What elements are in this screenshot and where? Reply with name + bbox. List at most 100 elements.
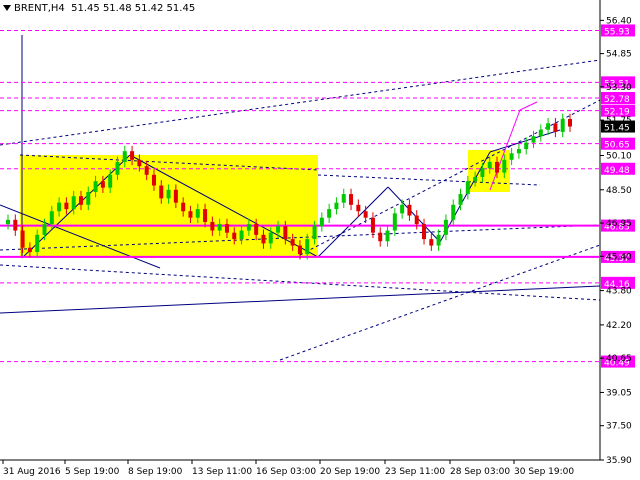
y-tick-label-13: 35.90 [606, 456, 632, 466]
candle-body-32 [239, 230, 244, 240]
y-tick-label-0: 56.40 [606, 16, 632, 26]
candle-body-29 [217, 224, 222, 231]
x-tick-label-6: 23 Sep 11:00 [385, 467, 445, 477]
candle-body-7 [57, 202, 62, 212]
candle-body-10 [78, 196, 83, 205]
candle-body-56 [414, 215, 419, 225]
x-tick-label-3: 13 Sep 11:00 [192, 467, 252, 477]
candle-body-31 [232, 232, 237, 240]
candle-body-40 [297, 245, 302, 255]
candle-body-52 [385, 230, 390, 242]
candle-body-2 [20, 230, 25, 248]
candle-body-51 [378, 232, 383, 242]
candle-body-57 [422, 224, 427, 240]
candle-body-69 [509, 153, 514, 160]
candle-body-67 [495, 161, 500, 173]
x-tick-label-7: 28 Sep 03:00 [450, 467, 510, 477]
candle-body-4 [35, 234, 40, 252]
candle-body-54 [400, 204, 405, 214]
candle-body-22 [166, 189, 171, 199]
candle-body-77 [568, 119, 572, 127]
candle-body-47 [349, 194, 354, 205]
y-tick-label-9: 42.20 [606, 321, 632, 331]
y-tick-label-11: 39.05 [606, 388, 632, 398]
candle-body-16 [122, 151, 127, 162]
candle-body-46 [341, 194, 346, 203]
y-tick-label-8: 43.80 [606, 287, 632, 297]
candle-body-60 [443, 219, 448, 235]
candle-body-65 [480, 168, 485, 177]
candle-body-38 [283, 226, 288, 240]
candle-body-19 [144, 166, 149, 175]
candle-body-33 [246, 224, 251, 231]
y-tick-label-7: 45.40 [606, 252, 632, 262]
trend-line-11 [279, 244, 601, 361]
candle-body-66 [487, 161, 492, 169]
price-chart[interactable]: 55.9353.5152.7852.1950.6549.4846.8345.37… [0, 0, 640, 480]
candle-body-17 [130, 151, 135, 160]
price-axis: 56.4054.8553.3051.7550.1048.5046.9545.40… [600, 16, 635, 466]
candle-body-62 [458, 194, 463, 205]
candle-body-50 [370, 217, 375, 233]
candle-body-41 [305, 239, 310, 255]
candle-body-49 [363, 211, 368, 218]
candle-body-26 [195, 209, 200, 218]
candle-body-18 [137, 159, 142, 167]
candle-body-36 [268, 232, 273, 244]
symbol-label: BRENT,H4 [14, 3, 65, 14]
level-label-4: 50.65 [604, 141, 630, 151]
x-tick-label-2: 8 Sep 19:00 [128, 467, 183, 477]
trend-line-15 [0, 264, 601, 301]
candle-body-76 [560, 119, 565, 132]
candle-body-48 [356, 204, 361, 212]
chart-window[interactable]: 55.93 53.51 52.78 52.19 50.65 49.48 46.83 45.37… [0, 0, 640, 480]
candle-body-58 [429, 239, 434, 246]
y-tick-label-1: 54.85 [606, 50, 632, 60]
x-tick-label-4: 16 Sep 03:00 [256, 467, 316, 477]
x-tick-label-5: 20 Sep 19:00 [320, 467, 380, 477]
candle-body-63 [465, 181, 470, 195]
candle-body-13 [100, 181, 105, 188]
candle-body-72 [531, 136, 536, 143]
candle-body-70 [516, 149, 521, 154]
candle-body-71 [524, 142, 529, 150]
level-label-5: 49.48 [604, 166, 630, 176]
candle-body-35 [261, 234, 266, 244]
level-label-2: 52.78 [604, 95, 630, 105]
candle-body-45 [334, 202, 339, 210]
candle-body-61 [451, 204, 456, 220]
x-tick-label-0: 31 Aug 2016 [3, 467, 61, 477]
y-tick-label-4: 50.10 [606, 151, 632, 161]
y-tick-label-5: 48.50 [606, 186, 632, 196]
candle-body-24 [181, 202, 186, 212]
x-tick-label-1: 5 Sep 19:00 [65, 467, 120, 477]
candle-body-12 [93, 181, 98, 192]
time-axis: 31 Aug 2016 5 Sep 19:00 8 Sep 19:00 13 Sep … [2, 460, 574, 477]
candle-body-23 [173, 189, 178, 203]
candle-body-3 [27, 247, 32, 252]
level-label-0: 55.93 [604, 27, 630, 37]
dropdown-triangle-icon[interactable] [3, 5, 11, 11]
candle-body-28 [210, 221, 215, 231]
candle-body-44 [327, 209, 332, 218]
candle-body-0 [6, 219, 10, 225]
candle-body-73 [538, 129, 543, 137]
candle-body-9 [71, 196, 76, 210]
y-tick-label-12: 37.50 [606, 422, 632, 432]
candle-body-68 [502, 159, 507, 173]
chart-header: BRENT,H4 51.45 51.48 51.42 51.45 [3, 3, 195, 14]
candle-body-42 [312, 226, 317, 240]
candle-body-25 [188, 211, 193, 218]
candle-body-15 [115, 161, 120, 175]
candle-body-37 [276, 226, 281, 233]
trend-line-9 [0, 59, 601, 146]
candle-body-53 [392, 213, 397, 231]
candle-body-34 [254, 224, 259, 235]
candle-body-8 [64, 202, 69, 210]
candle-body-55 [407, 204, 412, 216]
trend-line-0 [0, 285, 601, 314]
candle-body-5 [42, 224, 47, 235]
candle-body-30 [224, 224, 229, 233]
candle-body-43 [319, 217, 324, 227]
y-tick-label-2: 53.30 [606, 83, 632, 93]
